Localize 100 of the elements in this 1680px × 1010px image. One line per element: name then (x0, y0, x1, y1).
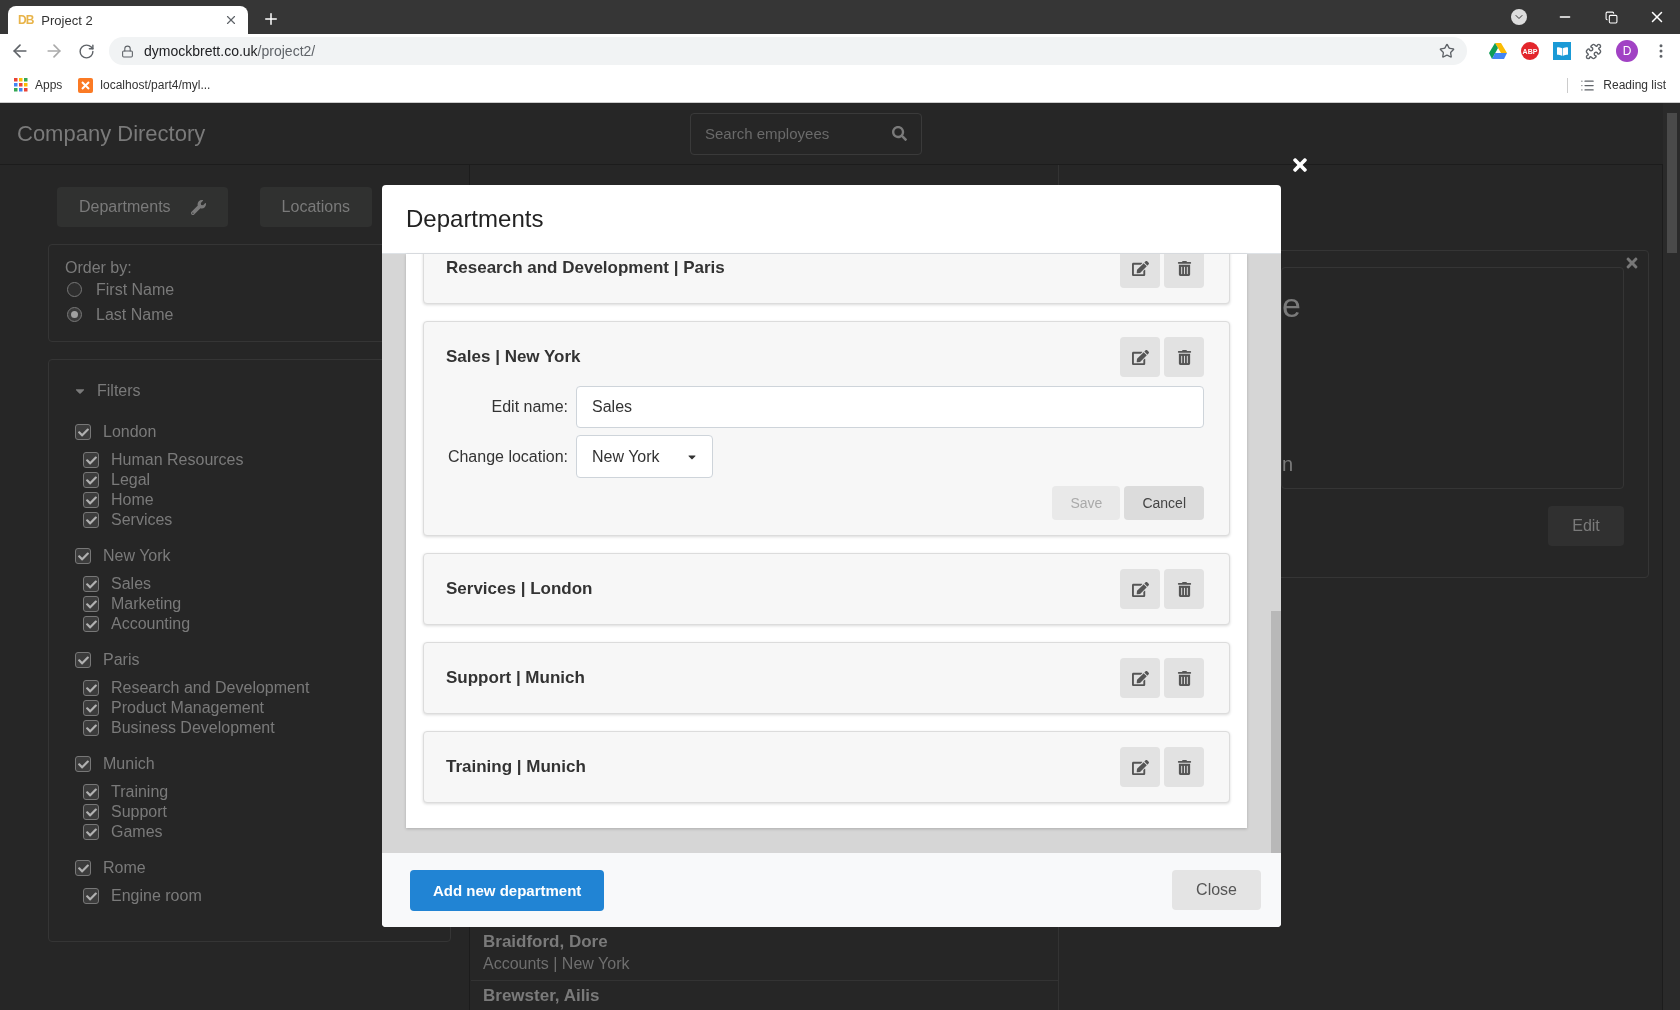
book-extension-icon[interactable] (1553, 42, 1571, 60)
edit-button[interactable] (1120, 254, 1160, 288)
bookmark[interactable]: localhost/part4/myl... (78, 77, 211, 93)
department-label: Product Management (111, 699, 264, 717)
department-label: Accounting (111, 615, 191, 633)
order-label: Order by: (65, 259, 132, 276)
edit-button[interactable] (1120, 569, 1160, 609)
location-label: Rome (103, 859, 146, 877)
department-name: Support | Munich (446, 668, 586, 688)
department-label: Marketing (111, 595, 182, 613)
radio-label: Last Name (96, 305, 174, 324)
site-icon (78, 77, 94, 93)
edit-button[interactable] (1120, 747, 1160, 787)
add-department-button[interactable]: Add new department (410, 869, 605, 911)
filters-label[interactable]: Filters (97, 382, 141, 400)
nav-button[interactable]: Locations (259, 187, 373, 227)
detail-text: n (1282, 453, 1295, 476)
bookmark[interactable]: Apps (14, 78, 63, 92)
wrench-icon (190, 199, 206, 215)
department-label: Training (111, 783, 169, 801)
department-name: Services | London (446, 579, 594, 599)
delete-button[interactable] (1164, 569, 1204, 609)
checkbox[interactable] (83, 576, 99, 592)
checkbox[interactable] (83, 784, 99, 800)
department-label: Home (111, 491, 154, 509)
department-name: Research and Development | Paris (446, 258, 726, 278)
checkbox[interactable] (83, 512, 99, 528)
page-scrollbar[interactable] (1663, 103, 1680, 1010)
department-label: Services (111, 511, 173, 529)
checkbox[interactable] (83, 492, 99, 508)
checkbox[interactable] (83, 804, 99, 820)
checkbox[interactable] (83, 888, 99, 904)
delete-button[interactable] (1164, 254, 1204, 288)
dialog-title: Departments (406, 205, 544, 233)
department-name: Training | Munich (446, 757, 587, 777)
employee-row[interactable]: Brewster, Ailis (471, 981, 1058, 1010)
edit-button[interactable]: Edit (1548, 506, 1624, 546)
reading-list-button[interactable]: Reading list (1567, 77, 1666, 93)
edit-button[interactable] (1120, 658, 1160, 698)
edit-icon (1131, 669, 1149, 687)
location-label: Paris (103, 651, 140, 669)
radio-button[interactable] (67, 282, 82, 297)
location-label: London (103, 423, 157, 441)
department-label: Research and Development (111, 679, 310, 697)
edit-button[interactable] (1120, 337, 1160, 377)
checkbox[interactable] (83, 720, 99, 736)
location-select[interactable]: New York (576, 435, 713, 478)
department-label: Engine room (111, 887, 202, 905)
radio-button[interactable] (67, 307, 82, 322)
app-title: Company Directory (17, 120, 207, 147)
browser-tab[interactable]: DB Project 2 (8, 6, 248, 34)
trash-icon (1176, 670, 1192, 686)
reload-icon[interactable] (78, 42, 95, 60)
close-icon[interactable] (1290, 155, 1310, 175)
edit-icon (1131, 348, 1149, 366)
address-bar[interactable]: dymockbrett.co.uk/project2/ (109, 37, 1467, 65)
close-tab-icon[interactable] (224, 13, 238, 27)
list-icon (1580, 77, 1596, 93)
close-button[interactable]: Close (1172, 870, 1261, 910)
delete-button[interactable] (1164, 337, 1204, 377)
employee-name: Braidford, Dore (483, 932, 609, 952)
apps-grid-icon (14, 78, 28, 92)
profile-avatar[interactable]: D (1616, 40, 1638, 62)
star-icon[interactable] (1439, 43, 1455, 59)
nav-button[interactable]: Departments (57, 187, 228, 227)
department-label: Sales (111, 575, 152, 593)
new-tab-icon[interactable] (262, 10, 280, 28)
checkbox[interactable] (83, 452, 99, 468)
checkbox[interactable] (75, 548, 91, 564)
detail-title: e (1282, 286, 1302, 325)
location-label: Munich (103, 755, 155, 773)
cancel-button[interactable]: Cancel (1124, 486, 1204, 520)
checkbox[interactable] (83, 472, 99, 488)
search-field[interactable]: Search employees (690, 112, 922, 155)
lock-icon (121, 44, 134, 58)
field-label: Change location: (446, 447, 568, 466)
checkbox[interactable] (75, 860, 91, 876)
field-label: Edit name: (490, 398, 568, 416)
delete-button[interactable] (1164, 747, 1204, 787)
extensions-icon[interactable] (1585, 42, 1602, 60)
checkbox[interactable] (83, 824, 99, 840)
edit-icon (1131, 259, 1149, 277)
checkbox[interactable] (83, 700, 99, 716)
trash-icon (1176, 581, 1192, 597)
search-icon[interactable] (892, 126, 907, 141)
employee-detail: Accounts | New York (483, 955, 631, 973)
checkbox[interactable] (75, 424, 91, 440)
trash-icon (1176, 260, 1192, 276)
checkbox[interactable] (75, 652, 91, 668)
checkbox[interactable] (83, 680, 99, 696)
delete-button[interactable] (1164, 658, 1204, 698)
department-label: Human Resources (111, 451, 244, 469)
name-input[interactable]: Sales (576, 386, 1204, 428)
drive-icon[interactable] (1489, 43, 1507, 59)
checkbox[interactable] (83, 616, 99, 632)
checkbox[interactable] (83, 596, 99, 612)
checkbox[interactable] (75, 756, 91, 772)
employee-name: Brewster, Ailis (483, 986, 601, 1006)
department-label: Support (111, 803, 168, 821)
edit-icon (1131, 758, 1149, 776)
